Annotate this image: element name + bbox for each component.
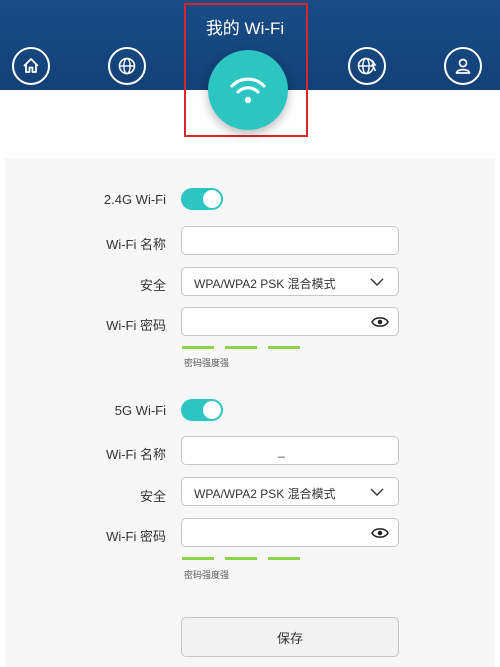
user-icon[interactable] <box>444 47 482 85</box>
band-24g-label: 2.4G Wi-Fi <box>103 192 166 207</box>
strength-bar-segment <box>182 346 214 349</box>
globe-network-icon[interactable] <box>348 47 386 85</box>
strength-5g-label: 密码强度强 <box>184 570 230 580</box>
ssid-24g-label: Wi-Fi 名称 <box>106 237 166 252</box>
ssid-5g-value: _ <box>278 444 285 458</box>
wifi-icon <box>230 77 266 104</box>
password-24g-input[interactable] <box>181 307 399 336</box>
ssid-24g-input[interactable] <box>181 226 399 255</box>
password-24g-label: Wi-Fi 密码 <box>106 318 166 333</box>
ssid-5g-label: Wi-Fi 名称 <box>106 447 166 462</box>
band-24g-toggle[interactable] <box>181 188 223 210</box>
password-5g-input[interactable] <box>181 518 399 547</box>
security-24g-label: 安全 <box>139 278 166 293</box>
my-wifi-tab[interactable] <box>208 50 288 130</box>
strength-24g-label: 密码强度强 <box>184 358 230 368</box>
strength-bar-segment <box>268 346 300 349</box>
security-24g-select[interactable]: WPA/WPA2 PSK 混合模式 <box>181 267 399 296</box>
security-5g-select[interactable]: WPA/WPA2 PSK 混合模式 <box>181 477 399 506</box>
eye-icon[interactable] <box>371 315 389 329</box>
ssid-5g-input[interactable]: _ <box>181 436 399 465</box>
security-5g-label: 安全 <box>139 489 166 504</box>
band-5g-label: 5G Wi-Fi <box>114 403 166 418</box>
globe-icon[interactable] <box>108 47 146 85</box>
home-icon[interactable] <box>12 47 50 85</box>
save-button[interactable]: 保存 <box>181 617 399 657</box>
security-24g-value: WPA/WPA2 PSK 混合模式 <box>194 277 336 291</box>
security-5g-value: WPA/WPA2 PSK 混合模式 <box>194 487 336 501</box>
toggle-knob <box>203 190 221 208</box>
toggle-knob <box>203 401 221 419</box>
password-5g-label: Wi-Fi 密码 <box>106 529 166 544</box>
eye-icon[interactable] <box>371 526 389 540</box>
band-5g-toggle[interactable] <box>181 399 223 421</box>
strength-bar-segment <box>182 557 214 560</box>
strength-bar-segment <box>225 346 257 349</box>
chevron-down-icon <box>370 278 384 286</box>
strength-bar-segment <box>225 557 257 560</box>
strength-bar-segment <box>268 557 300 560</box>
chevron-down-icon <box>370 488 384 496</box>
